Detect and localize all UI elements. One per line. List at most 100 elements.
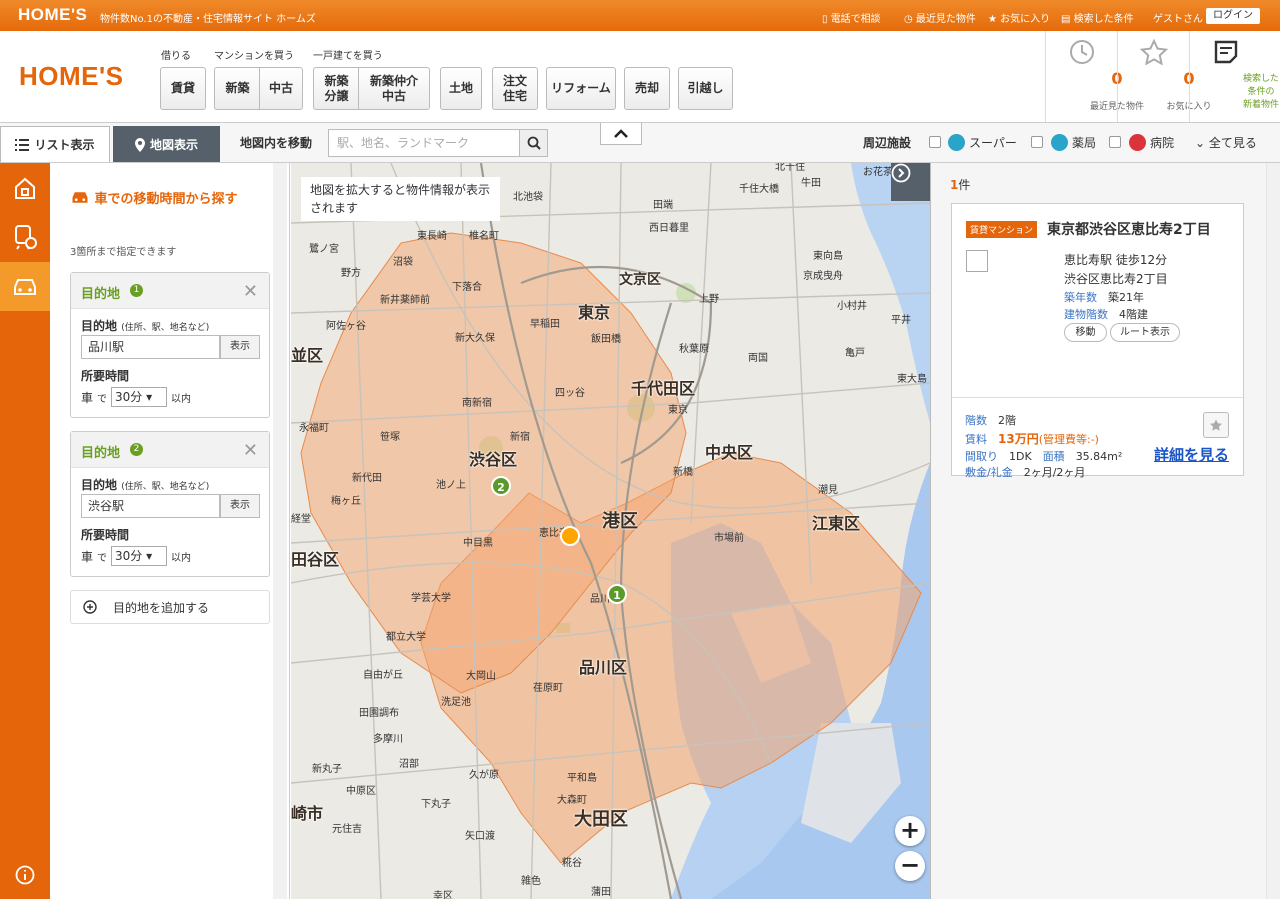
station-label: 飯田橋	[591, 334, 621, 345]
hospital-checkbox[interactable]	[1109, 136, 1121, 148]
results-panel: 1件 賃貸マンション 東京都渋谷区恵比寿2丁目 恵比寿駅 徒歩12分 渋谷区恵比…	[930, 163, 1280, 899]
card-divider	[952, 397, 1243, 398]
supermarket-label: スーパー	[969, 136, 1017, 150]
pharmacy-checkbox[interactable]	[1031, 136, 1043, 148]
zoom-out-button[interactable]: −	[895, 851, 925, 881]
remove-destination-button[interactable]: ✕	[243, 281, 258, 302]
rail-info[interactable]	[0, 850, 50, 899]
favorites-stat[interactable]: 0 お気に入り	[1117, 31, 1212, 122]
unit-layout: 間取り 1DK 面積 35.84m²	[965, 450, 1123, 463]
guest-label: ゲストさん	[1153, 14, 1203, 25]
travel-time-select[interactable]: 30分 ▾	[111, 387, 168, 407]
add-favorite-button[interactable]	[1203, 412, 1229, 438]
station-label: 経堂	[291, 514, 311, 525]
station-label: 下落合	[452, 282, 482, 293]
star-icon	[1210, 419, 1222, 431]
destination-pin-2[interactable]: 2	[491, 476, 511, 496]
property-marker[interactable]	[560, 526, 580, 546]
cart-icon	[948, 134, 965, 151]
rail-area-search[interactable]	[0, 163, 50, 212]
map-move-label: 地図内を移動	[240, 136, 313, 150]
travel-time-label: 所要時間	[81, 528, 130, 542]
station-label: 両国	[748, 353, 768, 364]
nav-new-house-button[interactable]: 新築 分譲	[313, 67, 359, 110]
car-time-search-panel: 車での移動時間から探す 3箇所まで指定できます 目的地 1 ✕ 目的地 (住所、…	[50, 163, 318, 899]
station-label: 幸区	[433, 891, 453, 899]
station-label: 平井	[891, 315, 911, 326]
property-thumbnail[interactable]	[966, 250, 988, 272]
destination-pin-1[interactable]: 1	[607, 584, 627, 604]
category-buy-house: 一戸建てを買う	[313, 51, 383, 62]
category-buy-mansion: マンションを買う	[214, 51, 294, 62]
station-label: 学芸大学	[411, 593, 451, 604]
nav-new-mansion-button[interactable]: 新築	[214, 67, 260, 110]
rail-train-time-search[interactable]	[0, 212, 50, 261]
tab-list-view[interactable]: リスト表示	[0, 126, 110, 162]
ward-label: 渋谷区	[469, 450, 518, 469]
zoom-in-button[interactable]: +	[895, 816, 925, 846]
station-label: 洗足池	[441, 697, 471, 708]
top-logo[interactable]: HOME'S	[18, 5, 87, 25]
station-label: 市場前	[714, 533, 744, 544]
nav-used-house-button[interactable]: 新築仲介 中古	[358, 67, 430, 110]
nav-sell-button[interactable]: 売却	[624, 67, 670, 110]
station-label: 下丸子	[421, 799, 451, 810]
chevron-up-icon	[614, 129, 628, 138]
map-search-button[interactable]	[519, 129, 548, 157]
station-label: 京成曳舟	[803, 271, 843, 282]
view-details-link[interactable]: 詳細を見る	[1154, 444, 1229, 465]
station-label: 平和島	[567, 773, 597, 784]
nav-reform-button[interactable]: リフォーム	[546, 67, 616, 110]
map-canvas[interactable]: 東京 文京区 千代田区 渋谷区 中央区 港区 江東区 品川区 大田区 田谷区 並…	[291, 163, 930, 899]
map-search-input[interactable]	[328, 129, 520, 157]
station-label: 永福町	[299, 423, 329, 434]
station-label: 上野	[699, 294, 719, 305]
ward-label: 文京区	[619, 272, 661, 288]
station-label: 鷺ノ宮	[309, 244, 339, 255]
homes-logo[interactable]: HOME'S	[19, 61, 124, 92]
phone-consult-link[interactable]: ▯ 電話で相談	[822, 10, 881, 25]
station-label: 糀谷	[562, 858, 582, 869]
nav-land-button[interactable]: 土地	[440, 67, 482, 110]
supermarket-checkbox[interactable]	[929, 136, 941, 148]
station-label: 南新宿	[462, 398, 492, 409]
nav-rent-button[interactable]: 賃貸	[160, 67, 206, 110]
panel-title-text: 車での移動時間から探す	[94, 192, 238, 207]
station-label: 新大久保	[455, 333, 495, 344]
destination-input[interactable]: 渋谷駅	[81, 494, 220, 518]
see-all-facilities-toggle[interactable]: ⌄ 全て見る	[1195, 134, 1257, 151]
destination-input[interactable]: 品川駅	[81, 335, 220, 359]
saved-searches-link[interactable]: ▤ 検索した条件	[1061, 10, 1134, 25]
property-card[interactable]: 賃貸マンション 東京都渋谷区恵比寿2丁目 恵比寿駅 徒歩12分 渋谷区恵比寿2丁…	[951, 203, 1244, 479]
move-button[interactable]: 移動	[1064, 323, 1107, 342]
house-icon	[15, 177, 35, 199]
nav-custom-house-button[interactable]: 注文 住宅	[492, 67, 538, 110]
top-bar: HOME'S 物件数No.1の不動産・住宅情報サイト ホームズ ▯ 電話で相談 …	[0, 0, 1280, 31]
plus-circle-icon	[83, 600, 97, 614]
login-button[interactable]: ログイン	[1206, 8, 1260, 24]
show-destination-button[interactable]: 表示	[220, 335, 260, 359]
toggle-results-button[interactable]	[891, 163, 930, 201]
station-label: 大岡山	[466, 671, 496, 682]
add-destination-button[interactable]: 目的地を追加する	[70, 590, 270, 624]
travel-time-select[interactable]: 30分 ▾	[111, 546, 168, 566]
panel-scrollbar[interactable]	[273, 163, 287, 899]
nav-moving-button[interactable]: 引越し	[678, 67, 733, 110]
recently-viewed-link[interactable]: ◷ 最近見た物件	[904, 10, 976, 25]
new-listings-stat[interactable]: 検索した 条件の 新着物件	[1189, 31, 1279, 122]
destination-number: 2	[130, 443, 143, 456]
results-scrollbar[interactable]	[1266, 163, 1280, 899]
route-button[interactable]: ルート表示	[1110, 323, 1180, 342]
recently-viewed-stat[interactable]: 0 最近見た物件	[1045, 31, 1144, 122]
collapse-header-button[interactable]	[600, 123, 642, 145]
favorites-link[interactable]: ★ お気に入り	[988, 10, 1050, 25]
results-count: 1件	[950, 178, 971, 192]
station-label: 東長崎	[417, 231, 447, 242]
remove-destination-button[interactable]: ✕	[243, 440, 258, 461]
station-label: 新橋	[673, 467, 693, 478]
nav-used-mansion-button[interactable]: 中古	[259, 67, 303, 110]
rail-car-time-search[interactable]	[0, 262, 50, 311]
show-destination-button[interactable]: 表示	[220, 494, 260, 518]
tab-map-view[interactable]: 地図表示	[113, 126, 220, 162]
property-title[interactable]: 東京都渋谷区恵比寿2丁目	[1047, 219, 1211, 239]
